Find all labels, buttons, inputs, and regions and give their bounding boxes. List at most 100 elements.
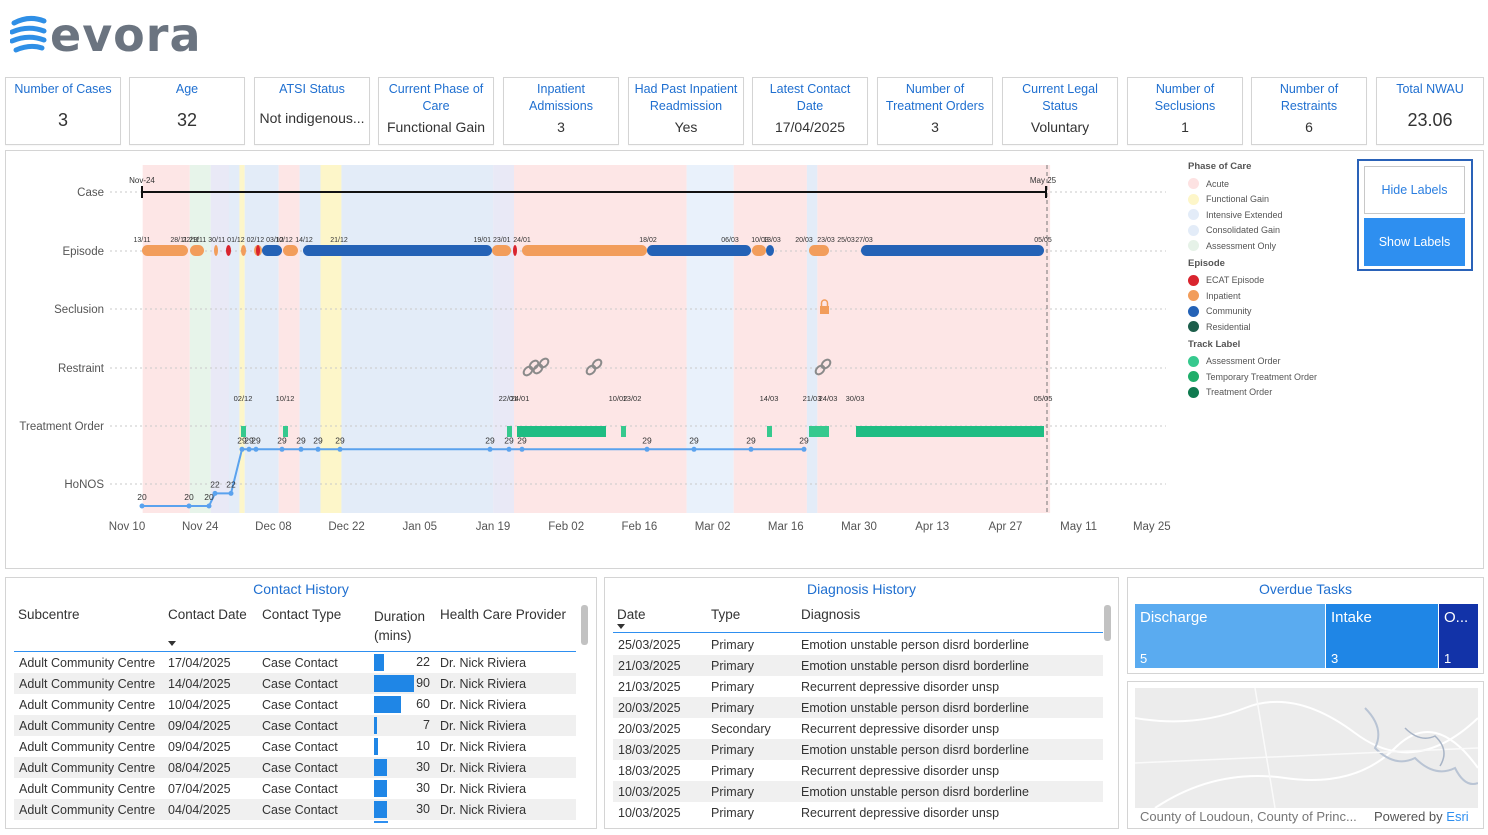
legend-label: Functional Gain bbox=[1206, 194, 1270, 205]
kpi-card: Number of Restraints 6 bbox=[1251, 77, 1367, 145]
legend-item[interactable]: Acute bbox=[1188, 176, 1358, 192]
phase-band bbox=[189, 165, 211, 513]
legend-item[interactable]: Community bbox=[1188, 304, 1358, 320]
table-row[interactable]: 20/03/2025 Primary Emotion unstable person… bbox=[613, 697, 1103, 718]
treatment-order-bar bbox=[856, 426, 1044, 437]
treatment-order-bar bbox=[767, 426, 772, 437]
table-row[interactable]: Adult Community Centre 04/04/2025 Case Con… bbox=[14, 799, 576, 820]
phase-band bbox=[806, 165, 818, 513]
phase-band bbox=[733, 165, 807, 513]
legend-label: Intensive Extended bbox=[1206, 209, 1283, 220]
table-row[interactable]: 20/03/2025 Secondary Recurrent depressive … bbox=[613, 718, 1103, 739]
table-row[interactable]: 10/03/2025 Primary Recurrent depressive di… bbox=[613, 802, 1103, 823]
honos-value-label: 20 bbox=[137, 492, 147, 502]
sort-desc-icon[interactable] bbox=[617, 624, 625, 629]
table-row[interactable]: Adult Community Centre 09/04/2025 Case Con… bbox=[14, 715, 576, 736]
episode-bar bbox=[522, 245, 647, 256]
episode-date-label: 24/01 bbox=[513, 237, 531, 244]
table-row[interactable]: 21/03/2025 Primary Emotion unstable person… bbox=[613, 655, 1103, 676]
col-contact-date[interactable]: Contact Date bbox=[168, 607, 247, 622]
task-tile[interactable]: O... 1 bbox=[1439, 604, 1478, 668]
legend-label: Community bbox=[1206, 306, 1252, 317]
table-cell: Adult Community Centre bbox=[14, 673, 168, 694]
col-diagnosis[interactable]: Diagnosis bbox=[801, 607, 860, 622]
legend-item[interactable]: Assessment Order bbox=[1188, 354, 1358, 370]
col-subcentre[interactable]: Subcentre bbox=[18, 607, 80, 622]
table-row[interactable]: 18/03/2025 Primary Recurrent depressive di… bbox=[613, 760, 1103, 781]
table-cell: Primary bbox=[711, 763, 755, 778]
table-row[interactable]: Adult Community Centre 08/04/2025 Case Con… bbox=[14, 757, 576, 778]
timeline-legend: Phase of Care Acute Functional Gain Intens… bbox=[1188, 161, 1358, 400]
kpi-card: Number of Treatment Orders 3 bbox=[877, 77, 993, 145]
episode-bar bbox=[647, 245, 751, 256]
legend-item[interactable]: Functional Gain bbox=[1188, 192, 1358, 208]
task-tile[interactable]: Intake 3 bbox=[1326, 604, 1438, 668]
honos-point bbox=[206, 503, 212, 509]
table-row[interactable]: 18/03/2025 Primary Emotion unstable person… bbox=[613, 739, 1103, 760]
table-row[interactable]: Adult Community Centre 14/04/2025 Case Con… bbox=[14, 673, 576, 694]
duration-value: 30 bbox=[416, 760, 430, 774]
diagnosis-history-title: Diagnosis History bbox=[807, 581, 916, 597]
legend-swatch-icon bbox=[1188, 209, 1199, 221]
col-provider[interactable]: Health Care Provider bbox=[440, 607, 566, 622]
order-date-label: 02/12 bbox=[234, 394, 253, 403]
show-labels-button[interactable]: Show Labels bbox=[1364, 218, 1465, 266]
legend-item[interactable]: Treatment Order bbox=[1188, 385, 1358, 401]
phase-band bbox=[278, 165, 300, 513]
diagnosis-scrollbar[interactable] bbox=[1104, 605, 1111, 641]
x-tick-label: Apr 27 bbox=[988, 521, 1022, 533]
table-cell: 09/04/2025 bbox=[168, 739, 231, 754]
duration-bar bbox=[374, 801, 388, 818]
legend-item[interactable]: Temporary Treatment Order bbox=[1188, 369, 1358, 385]
episode-bar bbox=[492, 245, 511, 256]
honos-point bbox=[337, 446, 343, 452]
table-row[interactable]: 10/03/2025 Primary Emotion unstable person… bbox=[613, 781, 1103, 802]
order-date-label: 24/03 bbox=[819, 394, 838, 403]
episode-date-label: 19/01 23/01 bbox=[474, 237, 511, 244]
table-row[interactable]: Adult Community Centre 09/04/2025 Case Con… bbox=[14, 736, 576, 757]
kpi-value: 32 bbox=[176, 110, 198, 130]
episode-bar bbox=[513, 245, 517, 256]
table-row[interactable]: 25/03/2025 Primary Emotion unstable person… bbox=[613, 634, 1103, 655]
treatment-order-bar bbox=[517, 426, 606, 437]
table-row[interactable]: Adult Community Centre 07/04/2025 Case Con… bbox=[14, 778, 576, 799]
kpi-value: 17/04/2025 bbox=[774, 119, 846, 135]
legend-item[interactable]: Assessment Only bbox=[1188, 238, 1358, 254]
honos-value-label: 29 bbox=[642, 435, 652, 445]
hide-labels-button[interactable]: Hide Labels bbox=[1364, 166, 1465, 214]
honos-value-label: 29 bbox=[296, 435, 306, 445]
episode-bar bbox=[283, 245, 298, 256]
table-cell: 10/04/2025 bbox=[168, 697, 231, 712]
phase-band bbox=[244, 165, 279, 513]
sort-desc-icon[interactable] bbox=[168, 641, 176, 646]
esri-link[interactable]: Esri bbox=[1446, 809, 1468, 824]
contact-history-panel: Contact History Subcentre Contact Date C… bbox=[5, 577, 597, 829]
table-row[interactable]: 21/03/2025 Primary Recurrent depressive di… bbox=[613, 676, 1103, 697]
col-date[interactable]: Date bbox=[617, 607, 646, 622]
table-row[interactable]: Adult Community Centre 17/04/2025 Case Con… bbox=[14, 652, 576, 673]
legend-swatch-icon bbox=[1188, 274, 1199, 286]
task-tile[interactable]: Discharge 5 bbox=[1135, 604, 1325, 668]
x-tick-label: Feb 02 bbox=[548, 521, 584, 533]
legend-label: Consolidated Gain bbox=[1206, 225, 1281, 236]
legend-item[interactable]: ECAT Episode bbox=[1188, 273, 1358, 289]
honos-point bbox=[298, 446, 304, 452]
phase-band bbox=[299, 165, 321, 513]
legend-item[interactable]: Inpatient bbox=[1188, 288, 1358, 304]
table-cell: Dr. Nick Riviera bbox=[440, 697, 527, 712]
legend-item[interactable]: Intensive Extended bbox=[1188, 207, 1358, 223]
overdue-tasks-title: Overdue Tasks bbox=[1258, 581, 1353, 597]
map-view[interactable] bbox=[1135, 688, 1478, 808]
legend-swatch-icon bbox=[1188, 178, 1199, 190]
col-duration[interactable]: Duration (mins) bbox=[374, 607, 434, 645]
phase-band bbox=[239, 165, 245, 513]
col-contact-type[interactable]: Contact Type bbox=[262, 607, 341, 622]
honos-value-label: 29 bbox=[689, 435, 699, 445]
col-type[interactable]: Type bbox=[711, 607, 740, 622]
legend-item[interactable]: Consolidated Gain bbox=[1188, 223, 1358, 239]
legend-item[interactable]: Residential bbox=[1188, 319, 1358, 335]
contact-scrollbar[interactable] bbox=[581, 605, 588, 645]
table-row[interactable]: Adult Community Centre 10/04/2025 Case Con… bbox=[14, 694, 576, 715]
honos-value-label: 29 bbox=[277, 435, 287, 445]
x-tick-label: Dec 08 bbox=[255, 521, 291, 533]
